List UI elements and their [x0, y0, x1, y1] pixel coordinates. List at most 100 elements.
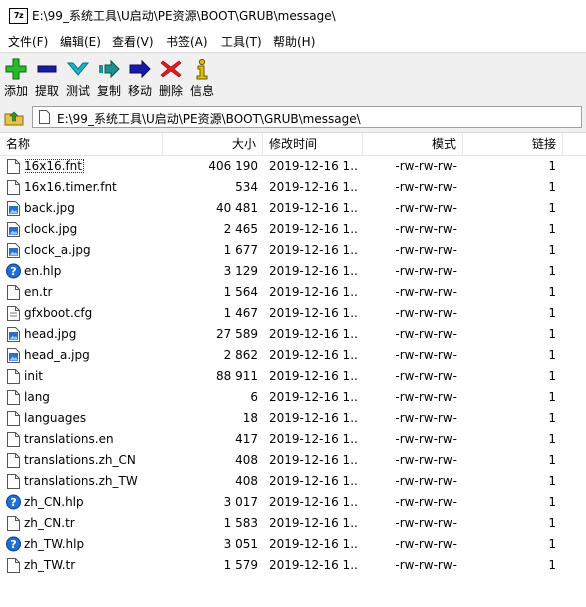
- file-size: 406 190: [208, 159, 258, 173]
- file-name: 16x16.timer.fnt: [24, 180, 117, 194]
- copy-button[interactable]: 复制: [93, 56, 125, 100]
- column-mode[interactable]: 模式: [363, 133, 463, 155]
- file-mode: -rw-rw-rw-: [395, 201, 457, 215]
- file-links: 1: [548, 306, 556, 320]
- file-icon: [7, 474, 20, 489]
- file-modified: 2019-12-16 1...: [269, 243, 359, 257]
- file-modified: 2019-12-16 1...: [269, 348, 359, 362]
- svg-text:?: ?: [10, 496, 16, 509]
- file-icon: [7, 411, 20, 426]
- file-name: en.hlp: [24, 264, 62, 278]
- file-row[interactable]: head.jpg 27 589 2019-12-16 1... -rw-rw-rw- 1: [0, 324, 586, 345]
- file-links: 1: [548, 264, 556, 278]
- file-mode: -rw-rw-rw-: [395, 474, 457, 488]
- file-modified: 2019-12-16 1...: [269, 474, 359, 488]
- file-row[interactable]: clock_a.jpg 1 677 2019-12-16 1... -rw-rw-rw…: [0, 240, 586, 261]
- help-icon: ?: [6, 263, 21, 279]
- file-size: 88 911: [216, 369, 258, 383]
- file-icon: [7, 369, 20, 384]
- folder-up-icon[interactable]: [4, 108, 24, 126]
- file-row[interactable]: en.tr 1 564 2019-12-16 1... -rw-rw-rw- 1: [0, 282, 586, 303]
- file-size: 408: [235, 474, 258, 488]
- file-mode: -rw-rw-rw-: [395, 348, 457, 362]
- file-size: 3 017: [223, 495, 258, 509]
- file-mode: -rw-rw-rw-: [395, 159, 457, 173]
- column-size[interactable]: 大小: [163, 133, 263, 155]
- file-row[interactable]: clock.jpg 2 465 2019-12-16 1... -rw-rw-rw- 1: [0, 219, 586, 240]
- menu-bar: 文件(F) 编辑(E) 查看(V) 书签(A) 工具(T) 帮助(H): [0, 30, 586, 52]
- window-title: E:\99_系统工具\U启动\PE资源\BOOT\GRUB\message\: [32, 9, 336, 23]
- file-name: gfxboot.cfg: [24, 306, 93, 320]
- delete-icon: [160, 60, 182, 78]
- file-row[interactable]: ? zh_CN.hlp 3 017 2019-12-16 1... -rw-rw-rw-…: [0, 492, 586, 513]
- file-name: 16x16.fnt: [24, 156, 158, 177]
- column-links[interactable]: 链接: [463, 133, 563, 155]
- file-mode: -rw-rw-rw-: [395, 411, 457, 425]
- file-name: clock.jpg: [24, 222, 78, 236]
- delete-label: 删除: [158, 84, 183, 98]
- extract-icon: [37, 65, 57, 73]
- file-modified: 2019-12-16 1...: [269, 369, 359, 383]
- file-modified: 2019-12-16 1...: [269, 264, 359, 278]
- title-bar: 7z E:\99_系统工具\U启动\PE资源\BOOT\GRUB\message…: [0, 0, 586, 30]
- file-row[interactable]: lang 6 2019-12-16 1... -rw-rw-rw- 1: [0, 387, 586, 408]
- file-links: 1: [548, 537, 556, 551]
- file-row[interactable]: gfxboot.cfg 1 467 2019-12-16 1... -rw-rw-rw…: [0, 303, 586, 324]
- file-row[interactable]: translations.en 417 2019-12-16 1... -rw-rw-…: [0, 429, 586, 450]
- file-row[interactable]: 16x16.timer.fnt 534 2019-12-16 1... -rw-rw-…: [0, 177, 586, 198]
- file-row[interactable]: translations.zh_CN 408 2019-12-16 1... -rw-…: [0, 450, 586, 471]
- move-button[interactable]: 移动: [124, 56, 156, 100]
- app-icon: 7z: [9, 8, 28, 24]
- file-row[interactable]: init 88 911 2019-12-16 1... -rw-rw-rw- 1: [0, 366, 586, 387]
- image-icon: [7, 243, 20, 258]
- address-field[interactable]: E:\99_系统工具\U启动\PE资源\BOOT\GRUB\message\: [32, 106, 582, 128]
- delete-button[interactable]: 删除: [155, 56, 187, 100]
- copy-label: 复制: [96, 84, 121, 98]
- menu-file[interactable]: 文件(F): [8, 33, 48, 50]
- file-row[interactable]: ? zh_TW.hlp 3 051 2019-12-16 1... -rw-rw-rw-…: [0, 534, 586, 555]
- extract-button[interactable]: 提取: [31, 56, 63, 100]
- menu-help[interactable]: 帮助(H): [273, 33, 315, 50]
- help-icon: ?: [6, 494, 21, 510]
- menu-tools[interactable]: 工具(T): [221, 33, 262, 50]
- file-name: clock_a.jpg: [24, 243, 91, 257]
- file-row[interactable]: zh_CN.tr 1 583 2019-12-16 1... -rw-rw-rw- 1: [0, 513, 586, 534]
- file-row[interactable]: 16x16.fnt 406 190 2019-12-16 1... -rw-rw-rw…: [0, 156, 586, 177]
- file-links: 1: [548, 243, 556, 257]
- column-modified[interactable]: 修改时间: [263, 133, 363, 155]
- add-button[interactable]: 添加: [0, 56, 32, 100]
- file-row[interactable]: head_a.jpg 2 862 2019-12-16 1... -rw-rw-rw-…: [0, 345, 586, 366]
- file-size: 1 467: [223, 306, 258, 320]
- file-modified: 2019-12-16 1...: [269, 306, 359, 320]
- file-size: 1 579: [223, 558, 258, 572]
- file-row[interactable]: languages 18 2019-12-16 1... -rw-rw-rw- 1: [0, 408, 586, 429]
- image-icon: [7, 222, 20, 237]
- file-row[interactable]: back.jpg 40 481 2019-12-16 1... -rw-rw-rw- 1: [0, 198, 586, 219]
- file-name: head.jpg: [24, 327, 77, 341]
- file-name: lang: [24, 390, 50, 404]
- file-modified: 2019-12-16 1...: [269, 432, 359, 446]
- address-bar: E:\99_系统工具\U启动\PE资源\BOOT\GRUB\message\: [0, 102, 586, 133]
- file-modified: 2019-12-16 1...: [269, 495, 359, 509]
- file-mode: -rw-rw-rw-: [395, 369, 457, 383]
- file-name: languages: [24, 411, 87, 425]
- file-size: 18: [242, 411, 258, 425]
- menu-view[interactable]: 查看(V): [112, 33, 154, 50]
- file-row[interactable]: ? en.hlp 3 129 2019-12-16 1... -rw-rw-rw- 1: [0, 261, 586, 282]
- menu-edit[interactable]: 编辑(E): [60, 33, 101, 50]
- file-row[interactable]: zh_TW.tr 1 579 2019-12-16 1... -rw-rw-rw- 1: [0, 555, 586, 576]
- address-path: E:\99_系统工具\U启动\PE资源\BOOT\GRUB\message\: [57, 112, 361, 126]
- column-name[interactable]: 名称: [0, 133, 163, 155]
- info-button[interactable]: 信息: [186, 56, 218, 100]
- file-modified: 2019-12-16 1...: [269, 180, 359, 194]
- file-size: 1 564: [223, 285, 258, 299]
- file-size: 2 862: [223, 348, 258, 362]
- file-links: 1: [548, 159, 556, 173]
- test-button[interactable]: 测试: [62, 56, 94, 100]
- add-label: 添加: [3, 84, 28, 98]
- file-mode: -rw-rw-rw-: [395, 306, 457, 320]
- file-modified: 2019-12-16 1...: [269, 537, 359, 551]
- file-links: 1: [548, 327, 556, 341]
- menu-bookmarks[interactable]: 书签(A): [166, 33, 208, 50]
- file-row[interactable]: translations.zh_TW 408 2019-12-16 1... -rw-…: [0, 471, 586, 492]
